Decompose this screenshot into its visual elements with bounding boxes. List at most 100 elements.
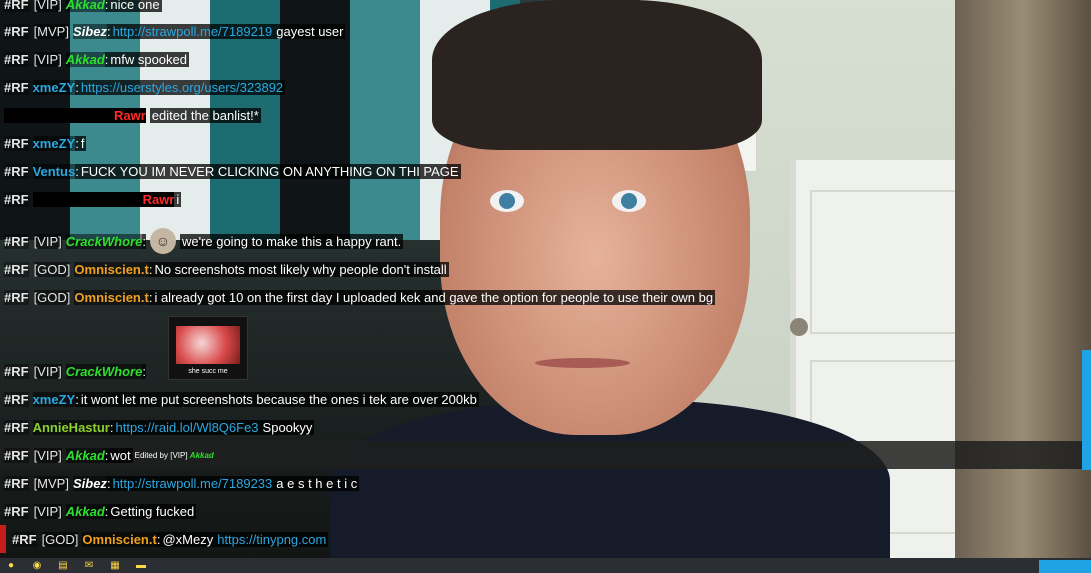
- username[interactable]: xmeZY: [32, 391, 76, 407]
- chat-message[interactable]: #RF [VIP] CrackWhore: ☺ we're going to m…: [0, 227, 1082, 255]
- folder-icon[interactable]: ▬: [134, 559, 148, 573]
- message-link[interactable]: http://strawpoll.me/7189219: [110, 23, 275, 39]
- username[interactable]: Ventus: [32, 163, 76, 179]
- edited-username: Akkad: [189, 450, 214, 460]
- room-tag: #RF: [4, 79, 29, 95]
- room-tag: #RF: [4, 503, 29, 519]
- rank-badge: [VIP]: [33, 51, 62, 67]
- colon: :: [142, 363, 146, 379]
- chat-message[interactable]: #RF Rawr i: [0, 185, 1082, 213]
- chat-message[interactable]: #RF AnnieHastur: https://raid.lol/Wl8Q6F…: [0, 413, 1082, 441]
- start-icon[interactable]: ●: [4, 559, 18, 573]
- message-text: Getting fucked: [108, 503, 197, 519]
- message-text: wot: [108, 447, 133, 463]
- username[interactable]: Omniscien.t: [74, 289, 149, 305]
- username[interactable]: AnnieHastur: [32, 419, 110, 435]
- chat-message[interactable]: #RF [VIP] Akkad: nice one: [0, 0, 1082, 18]
- room-tag: #RF: [4, 447, 29, 463]
- username[interactable]: Rawr: [4, 107, 146, 123]
- chrome-icon[interactable]: ◉: [30, 559, 44, 573]
- chat-message[interactable]: Rawr edited the banlist!*: [0, 101, 1082, 129]
- chat-message[interactable]: #RF xmeZY: https://userstyles.org/users/…: [0, 73, 1082, 101]
- message-text: it wont let me put screenshots because t…: [78, 391, 479, 407]
- username[interactable]: Omniscien.t: [82, 531, 157, 547]
- taskbar: ● ◉ ▤ ✉ ▦ ▬: [0, 558, 1091, 573]
- username[interactable]: Akkad: [65, 447, 105, 463]
- chat-message[interactable]: #RF [GOD] Omniscien.t: No screenshots mo…: [0, 255, 1082, 283]
- username[interactable]: Sibez: [72, 23, 107, 39]
- rank-badge: [VIP]: [33, 0, 62, 12]
- username[interactable]: Akkad: [65, 503, 105, 519]
- username[interactable]: Rawr: [32, 191, 175, 207]
- chat-message[interactable]: #RF xmeZY: f: [0, 129, 1082, 157]
- username[interactable]: xmeZY: [32, 135, 76, 151]
- username[interactable]: xmeZY: [32, 79, 76, 95]
- chat-message[interactable]: #RF [MVP] Sibez: http://strawpoll.me/718…: [0, 469, 1082, 497]
- chat-message[interactable]: #RF [VIP] Akkad: Getting fucked: [0, 497, 1082, 525]
- avatar-emote-icon: ☺: [149, 228, 176, 254]
- room-tag: #RF: [4, 289, 29, 305]
- room-tag: #RF: [12, 531, 37, 547]
- rank-badge: [VIP]: [33, 503, 62, 519]
- chat-message[interactable]: #RF [VIP] Akkad: mfw spooked: [0, 45, 1082, 73]
- rank-badge: [VIP]: [33, 447, 62, 463]
- message-text: i already got 10 on the first day I uplo…: [152, 289, 716, 305]
- rank-badge: [VIP]: [33, 233, 62, 249]
- username[interactable]: Akkad: [65, 0, 105, 12]
- room-tag: #RF: [4, 23, 29, 39]
- room-tag: #RF: [4, 191, 29, 207]
- message-text: i: [174, 191, 182, 207]
- room-tag: #RF: [4, 419, 29, 435]
- message-text: edited the banlist!*: [149, 107, 261, 123]
- username[interactable]: CrackWhore: [65, 363, 143, 379]
- room-tag: #RF: [4, 475, 29, 491]
- room-tag: #RF: [4, 233, 29, 249]
- chat-message[interactable]: #RF [MVP] Sibez: http://strawpoll.me/718…: [0, 17, 1082, 45]
- edited-label: Edited by [VIP]: [134, 450, 188, 460]
- edited-note: Edited by [VIP] Akkad: [135, 451, 214, 460]
- chat-message[interactable]: #RF [GOD] Omniscien.t: i already got 10 …: [0, 283, 1082, 311]
- room-tag: #RF: [4, 135, 29, 151]
- rank-badge: [MVP]: [33, 475, 69, 491]
- files-icon[interactable]: ▤: [56, 559, 70, 573]
- chat-overlay: #RF [VIP] Akkad: nice one #RF [MVP] Sibe…: [0, 0, 1091, 558]
- room-tag: #RF: [4, 391, 29, 407]
- chat-message-own[interactable]: #RF [GOD] Omniscien.t: @xMezy https://ti…: [0, 525, 1090, 553]
- room-tag: #RF: [4, 261, 29, 277]
- message-text: FUCK YOU IM NEVER CLICKING ON ANYTHING O…: [78, 163, 461, 179]
- rank-badge: [GOD]: [41, 531, 79, 547]
- room-tag: #RF: [4, 51, 29, 67]
- rank-badge: [GOD]: [33, 261, 71, 277]
- room-tag: #RF: [4, 363, 29, 379]
- message-text: nice one: [108, 0, 162, 12]
- message-link[interactable]: http://strawpoll.me/7189233: [110, 475, 275, 491]
- message-text: mfw spooked: [108, 51, 189, 67]
- username[interactable]: CrackWhore: [65, 233, 143, 249]
- username[interactable]: Sibez: [72, 475, 107, 491]
- colon: :: [142, 233, 146, 249]
- message-link[interactable]: https://raid.lol/Wl8Q6Fe3: [113, 419, 261, 435]
- room-tag: #RF: [4, 0, 29, 12]
- message-text: f: [78, 135, 87, 151]
- message-text: we're going to make this a happy rant.: [179, 233, 404, 249]
- username[interactable]: Akkad: [65, 51, 105, 67]
- message-text: Spookyy: [260, 419, 315, 435]
- message-text: a e s t h e t i c: [274, 475, 360, 491]
- message-link[interactable]: https://tinypng.com: [215, 531, 329, 547]
- notification-button[interactable]: [1039, 560, 1091, 573]
- rank-badge: [VIP]: [33, 363, 62, 379]
- message-text: No screenshots most likely why people do…: [152, 261, 449, 277]
- chat-message[interactable]: #RF Ventus: FUCK YOU IM NEVER CLICKING O…: [0, 157, 1082, 185]
- rank-badge: [GOD]: [33, 289, 71, 305]
- chat-message-highlighted[interactable]: #RF [VIP] Akkad: wot Edited by [VIP] Akk…: [0, 441, 1082, 469]
- doc-icon[interactable]: ▦: [108, 559, 122, 573]
- room-tag: #RF: [4, 163, 29, 179]
- message-text: gayest user: [274, 23, 346, 39]
- message-text: @xMezy: [160, 531, 216, 547]
- chat-message[interactable]: #RF [VIP] CrackWhore:: [0, 357, 1082, 385]
- chat-message[interactable]: #RF xmeZY: it wont let me put screenshot…: [0, 385, 1082, 413]
- mail-icon[interactable]: ✉: [82, 559, 96, 573]
- rank-badge: [MVP]: [33, 23, 69, 39]
- message-link[interactable]: https://userstyles.org/users/323892: [78, 79, 286, 95]
- username[interactable]: Omniscien.t: [74, 261, 149, 277]
